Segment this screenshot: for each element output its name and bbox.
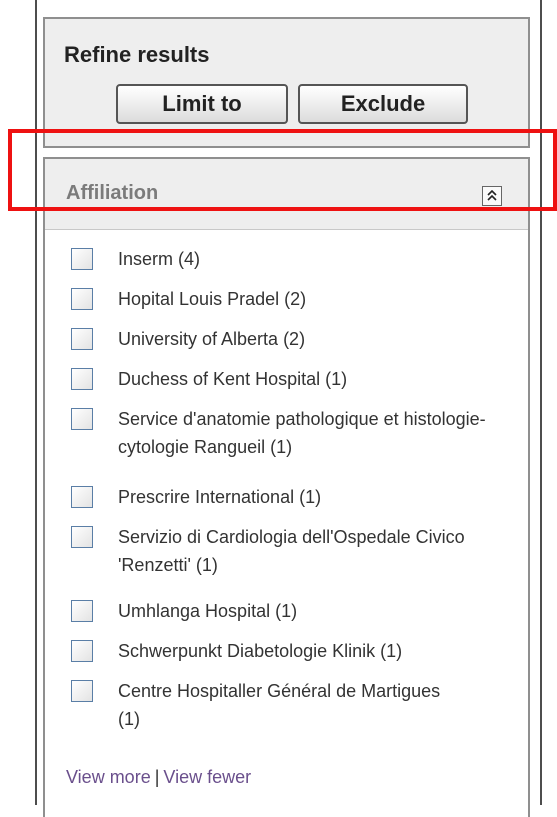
facet-checkbox[interactable]	[71, 328, 93, 350]
facet-label[interactable]: Umhlanga Hospital (1)	[118, 597, 518, 625]
panel-left-border	[35, 0, 37, 805]
exclude-button[interactable]: Exclude	[298, 84, 468, 124]
affiliation-header[interactable]: Affiliation	[45, 159, 528, 230]
facet-checkbox[interactable]	[71, 408, 93, 430]
facet-label[interactable]: Inserm (4)	[118, 245, 518, 273]
facet-label[interactable]: Prescrire International (1)	[118, 483, 518, 511]
facet-label[interactable]: Schwerpunkt Diabetologie Klinik (1)	[118, 637, 518, 665]
limit-to-button[interactable]: Limit to	[116, 84, 288, 124]
facet-label[interactable]: Service d'anatomie pathologique et histo…	[118, 405, 508, 461]
facet-checkbox[interactable]	[71, 368, 93, 390]
link-separator: |	[154, 767, 160, 787]
facet-label[interactable]: Centre Hospitaller Général de Martigues …	[118, 677, 458, 733]
affiliation-facet-panel: Affiliation Inserm (4) Hopital Louis Pra…	[43, 157, 530, 817]
facet-checkbox[interactable]	[71, 288, 93, 310]
facet-label[interactable]: Duchess of Kent Hospital (1)	[118, 365, 518, 393]
facet-checkbox[interactable]	[71, 248, 93, 270]
double-chevron-up-icon	[487, 190, 497, 201]
facet-label[interactable]: Servizio di Cardiologia dell'Ospedale Ci…	[118, 523, 478, 579]
facet-label[interactable]: Hopital Louis Pradel (2)	[118, 285, 518, 313]
facet-checkbox[interactable]	[71, 680, 93, 702]
view-fewer-link[interactable]: View fewer	[163, 767, 251, 787]
collapse-icon[interactable]	[482, 186, 502, 206]
facet-label[interactable]: University of Alberta (2)	[118, 325, 518, 353]
view-more-link[interactable]: View more	[66, 767, 151, 787]
refine-results-title: Refine results	[64, 42, 210, 67]
refine-results-box: Refine results Limit to Exclude	[43, 17, 530, 148]
facet-checkbox[interactable]	[71, 600, 93, 622]
facet-checkbox[interactable]	[71, 486, 93, 508]
facet-checkbox[interactable]	[71, 526, 93, 548]
panel-right-border	[540, 0, 542, 805]
view-more-fewer-links: View more | View fewer	[66, 767, 251, 788]
facet-checkbox[interactable]	[71, 640, 93, 662]
affiliation-title: Affiliation	[66, 182, 159, 204]
